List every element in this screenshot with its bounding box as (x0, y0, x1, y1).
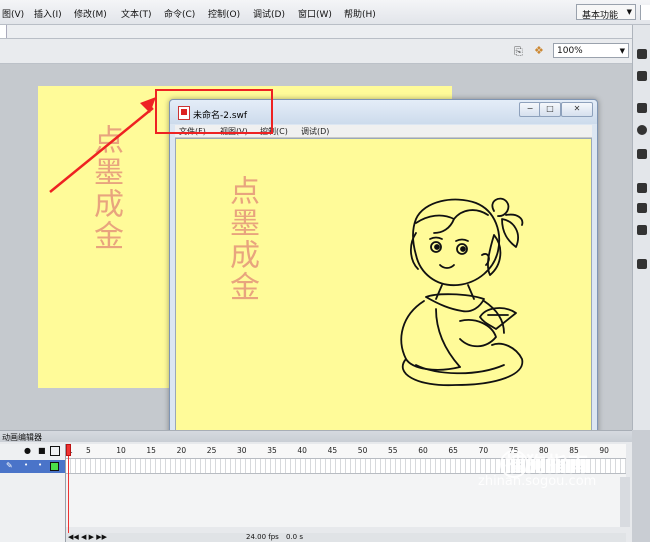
outline-icon[interactable] (50, 446, 60, 456)
layer-lock-dot[interactable]: • (38, 461, 42, 469)
frame-tick-label: 30 (237, 446, 247, 455)
frame-tick-label: 10 (116, 446, 126, 455)
menu-command[interactable]: 命令(C) (164, 7, 195, 20)
playhead[interactable] (66, 444, 71, 540)
pencil-icon: ✎ (6, 461, 13, 470)
document-tab-strip (0, 25, 632, 39)
workspace-switcher[interactable]: 基本功能 ▼ (576, 4, 636, 21)
playback-controls-icon[interactable]: ◀◀ ◀ ▶ ▶▶ (68, 533, 107, 541)
swf-menu-debug[interactable]: 调试(D) (301, 126, 329, 137)
frame-tick-label: 65 (448, 446, 458, 455)
time-readout: 0.0 s (286, 533, 304, 541)
menu-text[interactable]: 文本(T) (121, 7, 152, 20)
frame-tick-label: 45 (327, 446, 338, 455)
lock-icon[interactable]: ■ (38, 446, 46, 455)
library-icon[interactable] (637, 259, 647, 269)
timeline-header: 动画编辑器 (0, 431, 632, 442)
maximize-button[interactable]: □ (539, 102, 561, 117)
menu-modify[interactable]: 修改(M) (74, 7, 107, 20)
zoom-select[interactable]: 100% ▼ (553, 43, 629, 58)
highlight-box (155, 89, 273, 134)
info-icon[interactable] (637, 125, 647, 135)
stage-text[interactable]: 点墨成金 (88, 124, 123, 252)
eye-icon[interactable]: ● (24, 446, 31, 455)
edit-bar: ⎘ ❖ 100% ▼ (0, 39, 632, 64)
chevron-down-icon: ▼ (626, 8, 632, 16)
chevron-down-icon: ▼ (619, 47, 625, 55)
frame-tick-label: 55 (388, 446, 398, 455)
swatches-icon[interactable] (637, 203, 647, 213)
frame-tick-label: 35 (267, 446, 277, 455)
layer-row[interactable]: ✎ • • (0, 460, 65, 473)
menu-window[interactable]: 窗口(W) (298, 7, 332, 20)
edit-scene-icon[interactable]: ⎘ (514, 45, 523, 59)
palette-icon[interactable] (637, 49, 647, 59)
cartoon-girl-drawing (400, 197, 524, 387)
swf-content: 点墨成金 (175, 138, 592, 439)
zoom-value: 100% (557, 46, 583, 56)
menu-debug[interactable]: 调试(D) (253, 7, 285, 20)
frame-tick-label: 25 (206, 446, 217, 455)
tab-motion-editor[interactable]: 动画编辑器 (2, 432, 42, 443)
fps-readout[interactable]: 24.00 fps (246, 533, 279, 541)
watermark-url: zhinan.sogou.com (478, 474, 597, 489)
transform-icon[interactable] (637, 149, 647, 159)
frame-tick-label: 40 (297, 446, 307, 455)
right-tool-panel (632, 25, 650, 430)
menu-control[interactable]: 控制(O) (208, 7, 240, 20)
menu-insert[interactable]: 插入(I) (34, 7, 62, 20)
watermark-brand: 搜狗指南 (505, 452, 589, 476)
motion-icon[interactable] (637, 225, 647, 235)
frame-tick-label: 15 (146, 446, 156, 455)
layer-outline-swatch[interactable] (50, 462, 59, 471)
frame-tick-label: 60 (418, 446, 428, 455)
search-field-edge[interactable] (640, 5, 650, 20)
swf-text: 点墨成金 (224, 175, 259, 303)
minimize-button[interactable]: − (519, 102, 541, 117)
swf-preview-window[interactable]: 未命名-2.swf − □ ✕ 文件(F) 视图(V) 控制(C) 调试(D) … (169, 99, 598, 446)
frame-tick-label: 20 (176, 446, 187, 455)
close-button[interactable]: ✕ (561, 102, 593, 117)
menu-help[interactable]: 帮助(H) (344, 7, 376, 20)
components-icon[interactable] (637, 183, 647, 193)
edit-symbol-icon[interactable]: ❖ (534, 44, 544, 57)
menu-view[interactable]: 图(V) (2, 7, 24, 20)
frame-tick-label: 5 (86, 446, 91, 455)
frame-tick-label: 90 (599, 446, 609, 455)
layer-column: ● ■ ✎ • • (0, 444, 66, 542)
frame-tick-label: 70 (478, 446, 489, 455)
layer-visible-dot[interactable]: • (24, 461, 28, 469)
timeline-scrollbar[interactable] (620, 477, 630, 527)
menu-bar: 图(V) 插入(I) 修改(M) 文本(T) 命令(C) 控制(O) 调试(D)… (0, 0, 650, 25)
grid-icon[interactable] (637, 71, 647, 81)
align-icon[interactable] (637, 103, 647, 113)
workspace-label: 基本功能 (582, 11, 619, 21)
frame-tick-label: 50 (357, 446, 368, 455)
document-tab[interactable] (0, 25, 7, 38)
